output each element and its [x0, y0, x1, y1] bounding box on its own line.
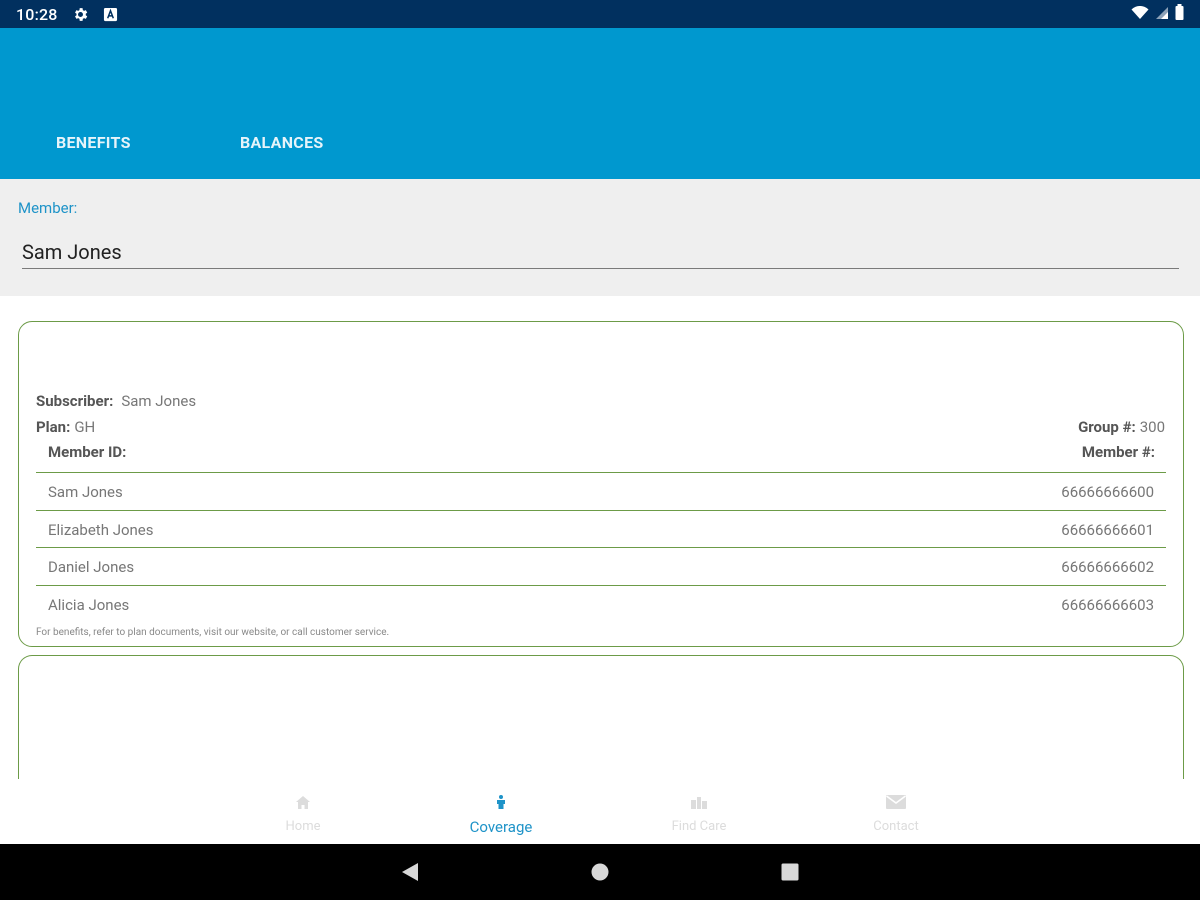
system-recents-button[interactable] — [770, 844, 810, 900]
wifi-icon — [1131, 5, 1149, 24]
members-table: Sam Jones 66666666600 Elizabeth Jones 66… — [36, 472, 1166, 622]
member-number: 66666666602 — [1061, 558, 1154, 576]
nav-coverage-label: Coverage — [469, 818, 533, 836]
group-line: Group #: 300 — [1078, 418, 1165, 436]
member-name: Daniel Jones — [48, 558, 135, 576]
plan-label: Plan: — [36, 418, 71, 436]
subscriber-line: Subscriber: Sam Jones — [36, 392, 196, 410]
nav-contact-label: Contact — [873, 819, 919, 834]
tab-benefits-label: BENEFITS — [56, 132, 131, 152]
member-name: Alicia Jones — [48, 595, 130, 614]
member-label: Member: — [18, 199, 78, 217]
system-back-button[interactable] — [390, 844, 430, 900]
coverage-card: Subscriber: Sam Jones Plan: GH Group #: 300… — [18, 321, 1184, 647]
member-number: 66666666601 — [1061, 520, 1154, 539]
status-bar: 10:28 — [0, 0, 1200, 28]
plan-line: Plan: GH — [36, 418, 95, 436]
member-name: Sam Jones — [48, 483, 123, 501]
cell-signal-icon — [1155, 5, 1169, 24]
member-number: 66666666600 — [1061, 483, 1154, 501]
coverage-icon — [496, 794, 506, 813]
card-footnote: For benefits, refer to plan documents, v… — [36, 627, 390, 638]
tab-benefits[interactable]: BENEFITS — [0, 105, 188, 179]
nav-coverage[interactable]: Coverage — [421, 779, 581, 844]
table-row: Elizabeth Jones 66666666601 — [36, 509, 1166, 548]
find-care-icon — [691, 794, 707, 813]
settings-gear-icon — [72, 6, 89, 23]
status-time: 10:28 — [16, 4, 58, 24]
tab-balances-label: BALANCES — [240, 132, 324, 152]
app-bar: BENEFITS BALANCES — [0, 28, 1200, 179]
group-label: Group #: — [1078, 418, 1136, 436]
home-icon — [296, 794, 310, 813]
home-circle-icon — [591, 863, 609, 881]
table-row: Alicia Jones 66666666603 — [36, 584, 1166, 623]
system-home-button[interactable] — [580, 844, 620, 900]
nav-home[interactable]: Home — [223, 779, 383, 844]
nav-find-care[interactable]: Find Care — [619, 779, 779, 844]
members-table-header: Member ID: Member #: — [48, 443, 1155, 473]
column-member-id: Member ID: — [48, 443, 127, 461]
status-right-icons — [1131, 4, 1184, 24]
column-member-number: Member #: — [1081, 443, 1155, 461]
mail-icon — [886, 794, 906, 813]
table-row: Sam Jones 66666666600 — [36, 472, 1166, 510]
nav-find-care-label: Find Care — [671, 819, 727, 834]
plan-value: GH — [74, 418, 96, 436]
recents-square-icon — [781, 863, 799, 881]
member-selected-value: Sam Jones — [22, 240, 122, 264]
battery-icon — [1175, 4, 1184, 24]
system-navigation-bar — [0, 844, 1200, 900]
nav-contact[interactable]: Contact — [816, 779, 976, 844]
member-dropdown[interactable]: Sam Jones — [22, 235, 1179, 269]
member-number: 66666666603 — [1061, 595, 1154, 614]
back-triangle-icon — [402, 863, 418, 881]
subscriber-value: Sam Jones — [121, 392, 197, 410]
tab-bar: BENEFITS BALANCES — [0, 105, 324, 179]
bottom-navigation: Home Coverage Find Care Contact — [0, 779, 1200, 844]
tab-balances[interactable]: BALANCES — [188, 105, 324, 179]
member-name: Elizabeth Jones — [48, 520, 154, 539]
nav-home-label: Home — [285, 819, 321, 834]
group-value: 300 — [1139, 418, 1165, 436]
table-row: Daniel Jones 66666666602 — [36, 547, 1166, 585]
member-panel: Member: Sam Jones — [0, 179, 1200, 296]
subscriber-label: Subscriber: — [36, 392, 114, 410]
notification-a-icon — [103, 7, 118, 22]
